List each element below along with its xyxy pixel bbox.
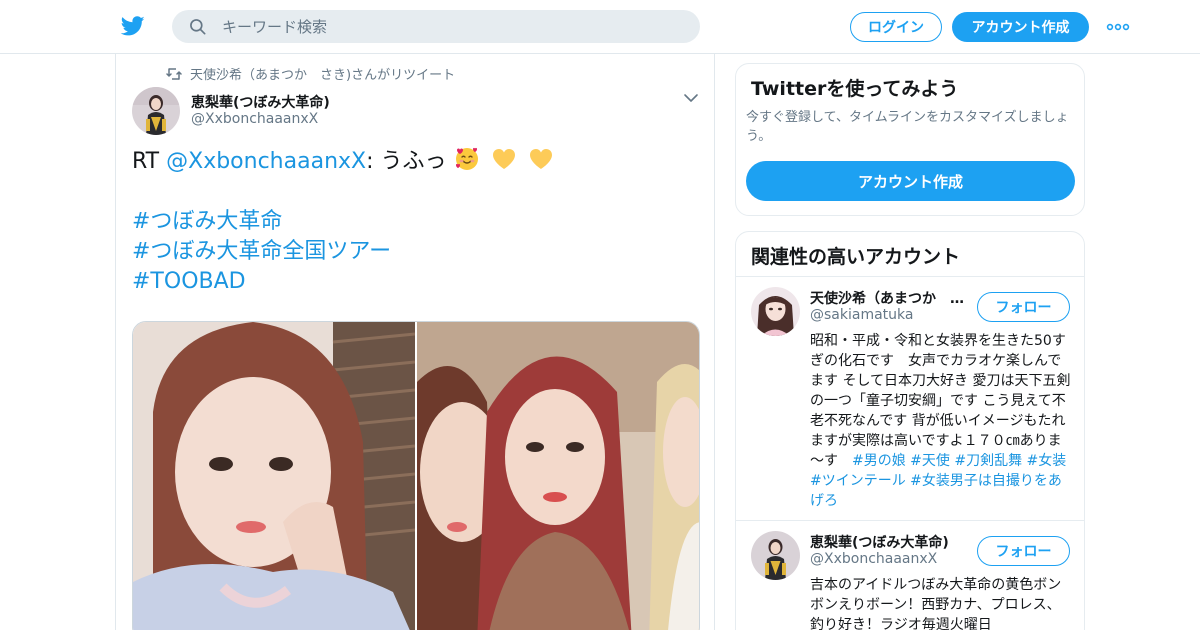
smiling-face-with-hearts-emoji-icon (455, 147, 478, 170)
related-account-row[interactable]: 天使沙希（あまつか さき) @sakiamatuka フォロー 昭和・平成・令和… (736, 277, 1084, 521)
account-handle[interactable]: @XxbonchaaanxX (810, 551, 937, 567)
account-bio-text: 昭和・平成・令和と女装界を生きた50すぎの化石です 女声でカラオケ楽しんでます … (810, 333, 1071, 469)
twitter-bird-logo-icon[interactable] (120, 14, 146, 38)
search-bar (172, 10, 700, 43)
author-avatar[interactable] (132, 87, 180, 135)
more-options-icon[interactable] (1106, 20, 1130, 34)
account-handle[interactable]: @sakiamatuka (810, 307, 913, 323)
tweet-text: RT @XxbonchaaanxX: うふっ #つぼみ大革命 #つぼみ大革命全国… (132, 146, 692, 297)
tweet-body-text: : うふっ (366, 149, 447, 174)
author-name[interactable]: 恵梨華(つぼみ大革命) (191, 92, 330, 112)
account-name[interactable]: 恵梨華(つぼみ大革命) (810, 532, 970, 552)
tweet-photo-1[interactable] (133, 322, 415, 630)
login-button[interactable]: ログイン (850, 12, 942, 42)
chevron-down-icon[interactable] (683, 92, 699, 104)
account-name[interactable]: 天使沙希（あまつか さき) (810, 288, 970, 308)
related-account-row[interactable]: 恵梨華(つぼみ大革命) @XxbonchaaanxX フォロー 吉本のアイドルつ… (736, 521, 1084, 630)
signup-button[interactable]: アカウント作成 (952, 12, 1089, 42)
signup-card: Twitterを使ってみよう 今すぐ登録して、タイムラインをカスタマイズしましょ… (735, 63, 1085, 216)
author-handle[interactable]: @XxbonchaaanxX (191, 111, 318, 127)
signup-card-description: 今すぐ登録して、タイムラインをカスタマイズしましょう。 (746, 110, 1069, 144)
tweet-first-line: RT @XxbonchaaanxX: うふっ (132, 146, 692, 177)
account-bio: 昭和・平成・令和と女装界を生きた50すぎの化石です 女声でカラオケ楽しんでます … (810, 331, 1072, 511)
follow-button[interactable]: フォロー (977, 292, 1070, 322)
related-accounts-title: 関連性の高いアカウント (751, 246, 961, 268)
related-accounts-header: 関連性の高いアカウント (736, 232, 1084, 277)
account-bio: 吉本のアイドルつぼみ大革命の黄色ボンボンえりボーン！西野カナ、プロレス、釣り好き… (810, 577, 1062, 630)
signup-card-button[interactable]: アカウント作成 (746, 161, 1075, 201)
signup-card-title: Twitterを使ってみよう (751, 78, 959, 100)
related-accounts-card: 関連性の高いアカウント 天使沙希（あまつか さき) @sakiamatuka フ… (735, 231, 1085, 630)
hashtag-link[interactable]: #つぼみ大革命全国ツアー (132, 237, 692, 267)
account-avatar[interactable] (751, 531, 800, 580)
hashtag-link[interactable]: #つぼみ大革命 (132, 207, 692, 237)
tweet-photo-2[interactable] (417, 322, 700, 630)
search-input[interactable] (222, 15, 682, 38)
hashtag-link[interactable]: #TOOBAD (132, 267, 692, 297)
account-avatar[interactable] (751, 287, 800, 336)
top-bar: ログイン アカウント作成 (0, 0, 1200, 54)
tweet-media (132, 321, 700, 630)
yellow-heart-icon-2 (529, 149, 552, 169)
retweet-icon (166, 67, 182, 80)
rt-prefix: RT (132, 149, 167, 174)
yellow-heart-icon (492, 149, 515, 169)
retweet-context[interactable]: 天使沙希（あまつか さき)さんがリツイート (166, 64, 455, 83)
tweet-column: 天使沙希（あまつか さき)さんがリツイート 恵梨華(つぼみ大革命) @Xxbon… (115, 54, 715, 630)
follow-button[interactable]: フォロー (977, 536, 1070, 566)
retweet-context-text: 天使沙希（あまつか さき)さんがリツイート (190, 68, 456, 83)
mention-link[interactable]: @XxbonchaaanxX (166, 149, 366, 174)
search-icon (190, 19, 206, 35)
